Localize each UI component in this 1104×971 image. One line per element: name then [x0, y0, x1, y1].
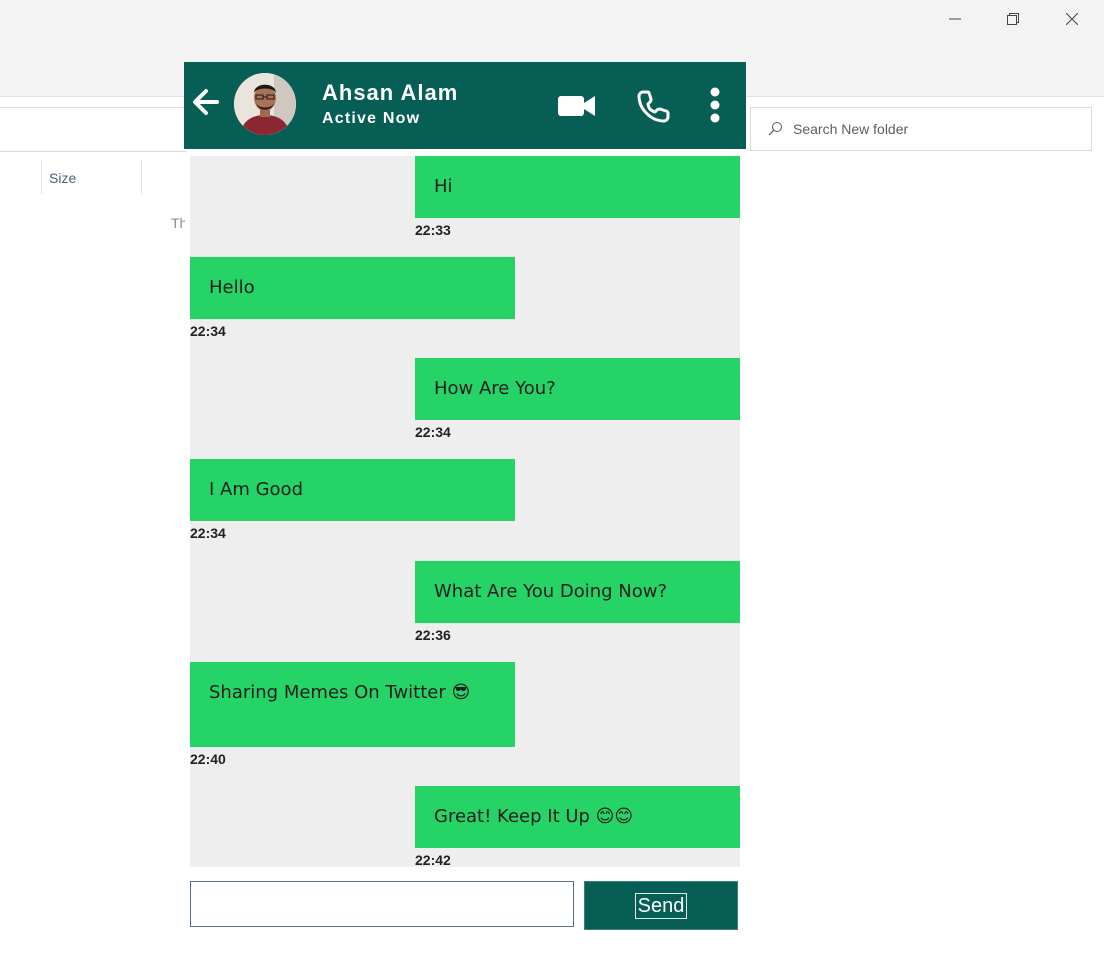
search-box[interactable]: Search New folder: [750, 107, 1092, 151]
message-bubble: What Are You Doing Now?: [415, 561, 740, 623]
column-header-size[interactable]: Size: [49, 170, 76, 186]
column-divider[interactable]: [141, 160, 142, 194]
minimize-icon: [949, 18, 961, 20]
close-icon: [1066, 13, 1078, 25]
outgoing-message: What Are You Doing Now? 22:36: [415, 561, 740, 643]
message-bubble: Hello: [190, 257, 515, 319]
message-timestamp: 22:34: [190, 525, 226, 541]
minimize-button[interactable]: [932, 6, 978, 32]
message-timestamp: 22:36: [415, 627, 451, 643]
message-bubble: Hi: [415, 156, 740, 218]
voice-call-button[interactable]: [636, 88, 672, 124]
message-bubble: How Are You?: [415, 358, 740, 420]
message-timestamp: 22:33: [415, 222, 451, 238]
avatar[interactable]: [234, 73, 296, 135]
outgoing-message: How Are You? 22:34: [415, 358, 740, 440]
more-vertical-icon: [710, 87, 720, 123]
column-divider[interactable]: [41, 160, 42, 194]
search-icon: [768, 122, 782, 136]
restore-button[interactable]: [990, 6, 1036, 32]
send-button-label: Send: [634, 892, 688, 919]
contact-status: Active Now: [322, 110, 421, 127]
message-bubble: Sharing Memes On Twitter 😎: [190, 662, 515, 747]
incoming-message: I Am Good 22:34: [190, 459, 515, 541]
message-bubble: Great! Keep It Up 😊😊: [415, 786, 740, 848]
message-timestamp: 22:34: [415, 424, 451, 440]
message-timestamp: 22:40: [190, 751, 226, 767]
message-bubble: I Am Good: [190, 459, 515, 521]
profile-photo: [234, 73, 296, 135]
message-timestamp: 22:34: [190, 323, 226, 339]
empty-folder-text: Th: [171, 215, 185, 231]
phone-icon: [637, 90, 670, 123]
video-call-button[interactable]: [557, 92, 597, 120]
close-button[interactable]: [1049, 6, 1095, 32]
address-bar[interactable]: [0, 107, 186, 152]
message-input[interactable]: [190, 881, 574, 927]
outgoing-message: Great! Keep It Up 😊😊 22:42: [415, 786, 740, 868]
incoming-message: Sharing Memes On Twitter 😎 22:40: [190, 662, 515, 767]
video-camera-icon: [558, 96, 595, 116]
restore-icon: [1007, 13, 1019, 25]
outgoing-message: Hi 22:33: [415, 156, 740, 238]
message-list[interactable]: Hi 22:33 Hello 22:34 How Are You? 22:34 I Am G…: [190, 156, 740, 868]
more-options-button[interactable]: [706, 86, 724, 124]
contact-name: Ahsan Alam: [322, 80, 459, 105]
search-placeholder: Search New folder: [793, 121, 909, 137]
chat-header: Ahsan Alam Active Now: [184, 62, 746, 149]
back-button[interactable]: [192, 88, 220, 116]
back-arrow-icon: [193, 89, 219, 115]
message-timestamp: 22:42: [415, 852, 451, 868]
incoming-message: Hello 22:34: [190, 257, 515, 339]
send-button[interactable]: Send: [584, 881, 738, 930]
